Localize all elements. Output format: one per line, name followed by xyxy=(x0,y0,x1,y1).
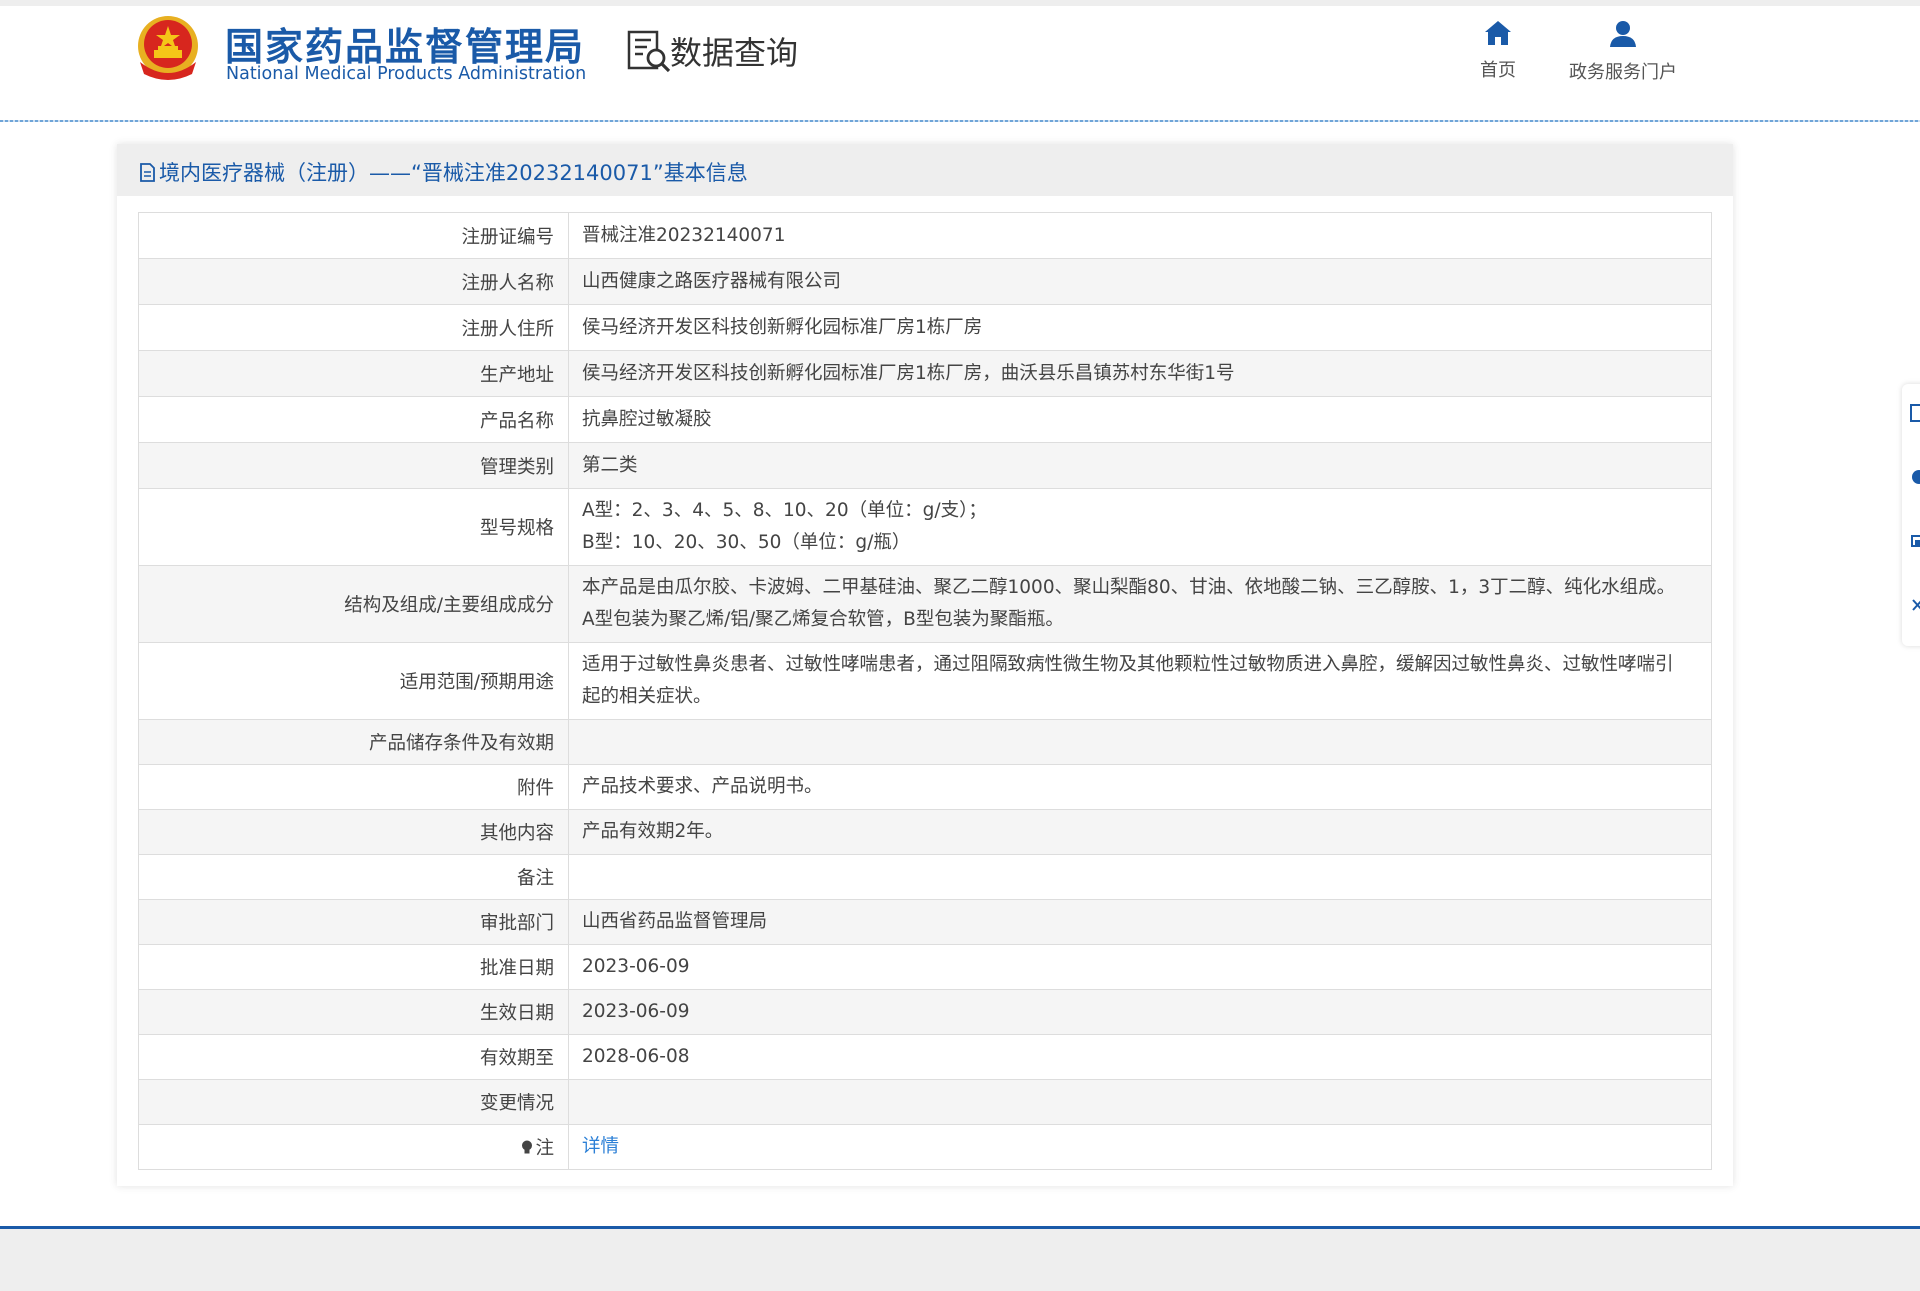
row-value: 山西省药品监督管理局 xyxy=(568,899,1712,945)
row-value: 侯马经济开发区科技创新孵化园标准厂房1栋厂房 xyxy=(568,304,1712,351)
row-label: 生效日期 xyxy=(138,989,569,1035)
value-line: 起的相关症状。 xyxy=(582,686,712,707)
site-footer xyxy=(0,1229,1920,1291)
table-row: 结构及组成/主要组成成分 本产品是由瓜尔胶、卡波姆、二甲基硅油、聚乙二醇1000、… xyxy=(138,565,1712,643)
value-line: A型：2、3、4、5、8、10、20（单位：g/支）； xyxy=(582,500,987,521)
row-value xyxy=(568,854,1712,900)
row-value: A型：2、3、4、5、8、10、20（单位：g/支）； B型：10、20、30、5… xyxy=(568,488,1712,566)
info-panel: 境内医疗器械（注册）——“晋械注准20232140071”基本信息 注册证编号晋… xyxy=(117,144,1733,1186)
row-label: 注册人名称 xyxy=(138,258,569,305)
row-label: 审批部门 xyxy=(138,899,569,945)
user-icon xyxy=(1610,21,1636,47)
value-line: 适用于过敏性鼻炎患者、过敏性哮喘患者，通过阻隔致病性微生物及其他颗粒性过敏物质进… xyxy=(582,654,1674,675)
row-value: 产品技术要求、产品说明书。 xyxy=(568,764,1712,810)
table-row: 备注 xyxy=(138,854,1712,900)
floating-toolbar xyxy=(1902,384,1920,646)
document-icon xyxy=(140,162,155,182)
row-value: 抗鼻腔过敏凝胶 xyxy=(568,396,1712,443)
table-row: 有效期至 2028-06-08 xyxy=(138,1034,1712,1080)
row-value: 2023-06-09 xyxy=(568,944,1712,990)
table-row: 型号规格 A型：2、3、4、5、8、10、20（单位：g/支）； B型：10、20、… xyxy=(138,488,1712,566)
table-row: 适用范围/预期用途 适用于过敏性鼻炎患者、过敏性哮喘患者，通过阻隔致病性微生物及其… xyxy=(138,642,1712,720)
info-table: 注册证编号 晋械注准20232140071 注册人名称 山西健康之路医疗器械有限公司… xyxy=(138,212,1712,1170)
table-row: 生效日期 2023-06-09 xyxy=(138,989,1712,1035)
row-label: 批准日期 xyxy=(138,944,569,990)
note-label: 注 xyxy=(535,1138,554,1159)
row-label: 变更情况 xyxy=(138,1079,569,1125)
national-emblem-icon xyxy=(138,16,198,80)
row-value: 晋械注准20232140071 xyxy=(568,212,1712,259)
row-label: 有效期至 xyxy=(138,1034,569,1080)
row-value: 2028-06-08 xyxy=(568,1034,1712,1080)
data-query-icon xyxy=(627,30,671,73)
close-tool-icon[interactable] xyxy=(1910,594,1920,616)
home-icon xyxy=(1485,21,1511,45)
value-line: B型：10、20、30、50（单位：g/瓶） xyxy=(582,532,911,553)
logo-title-cn[interactable]: 国家药品监督管理局 xyxy=(225,16,585,71)
row-value: 详情 xyxy=(568,1124,1712,1170)
row-label: 生产地址 xyxy=(138,350,569,397)
print-tool-icon[interactable] xyxy=(1910,530,1920,552)
row-value: 本产品是由瓜尔胶、卡波姆、二甲基硅油、聚乙二醇1000、聚山梨酯80、甘油、依地… xyxy=(568,565,1712,643)
table-row: 注册证编号 晋械注准20232140071 xyxy=(138,212,1712,259)
row-label: 适用范围/预期用途 xyxy=(138,642,569,720)
details-link[interactable]: 详情 xyxy=(582,1136,619,1157)
row-value: 适用于过敏性鼻炎患者、过敏性哮喘患者，通过阻隔致病性微生物及其他颗粒性过敏物质进… xyxy=(568,642,1712,720)
row-label: 备注 xyxy=(138,854,569,900)
section-title: 数据查询 xyxy=(670,34,799,72)
table-row: 审批部门 山西省药品监督管理局 xyxy=(138,899,1712,945)
table-row: 其他内容 产品有效期2年。 xyxy=(138,809,1712,855)
nav-gov-portal-label: 政务服务门户 xyxy=(1569,62,1677,83)
row-label: 注册证编号 xyxy=(138,212,569,259)
nav-gov-portal[interactable]: 政务服务门户 xyxy=(1556,20,1690,84)
panel-title-text: 境内医疗器械（注册）——“晋械注准20232140071”基本信息 xyxy=(159,161,748,185)
table-row: 注 详情 xyxy=(138,1124,1712,1170)
table-row: 生产地址 侯马经济开发区科技创新孵化园标准厂房1栋厂房，曲沃县乐昌镇苏村东华街1号 xyxy=(138,350,1712,397)
header-divider xyxy=(0,120,1920,122)
table-row: 产品名称 抗鼻腔过敏凝胶 xyxy=(138,396,1712,443)
panel-header: 境内医疗器械（注册）——“晋械注准20232140071”基本信息 xyxy=(117,144,1733,196)
logo-title-en[interactable]: National Medical Products Administration xyxy=(226,64,586,84)
row-label: 注册人住所 xyxy=(138,304,569,351)
circle-tool-icon[interactable] xyxy=(1910,466,1920,488)
nav-home-label: 首页 xyxy=(1480,60,1516,81)
table-row: 产品储存条件及有效期 xyxy=(138,719,1712,765)
lightbulb-icon xyxy=(522,1140,533,1154)
row-label: 产品名称 xyxy=(138,396,569,443)
table-row: 附件 产品技术要求、产品说明书。 xyxy=(138,764,1712,810)
row-value: 侯马经济开发区科技创新孵化园标准厂房1栋厂房，曲沃县乐昌镇苏村东华街1号 xyxy=(568,350,1712,397)
table-row: 批准日期 2023-06-09 xyxy=(138,944,1712,990)
row-label: 管理类别 xyxy=(138,442,569,489)
table-row: 管理类别 第二类 xyxy=(138,442,1712,489)
row-value: 山西健康之路医疗器械有限公司 xyxy=(568,258,1712,305)
panel-title: 境内医疗器械（注册）——“晋械注准20232140071”基本信息 xyxy=(139,157,748,187)
row-value: 2023-06-09 xyxy=(568,989,1712,1035)
site-header: 国家药品监督管理局 National Medical Products Admi… xyxy=(0,6,1920,122)
row-label: 附件 xyxy=(138,764,569,810)
table-row: 变更情况 xyxy=(138,1079,1712,1125)
row-value xyxy=(568,719,1712,765)
value-line: 本产品是由瓜尔胶、卡波姆、二甲基硅油、聚乙二醇1000、聚山梨酯80、甘油、依地… xyxy=(582,577,1676,598)
row-value xyxy=(568,1079,1712,1125)
row-value: 产品有效期2年。 xyxy=(568,809,1712,855)
nav-home[interactable]: 首页 xyxy=(1468,20,1528,82)
table-row: 注册人名称 山西健康之路医疗器械有限公司 xyxy=(138,258,1712,305)
value-line: A型包装为聚乙烯/铝/聚乙烯复合软管，B型包装为聚酯瓶。 xyxy=(582,609,1064,630)
row-label: 型号规格 xyxy=(138,488,569,566)
document-tool-icon[interactable] xyxy=(1910,402,1920,424)
row-label: 注 xyxy=(138,1124,569,1170)
row-label: 其他内容 xyxy=(138,809,569,855)
row-label: 产品储存条件及有效期 xyxy=(138,719,569,765)
row-label: 结构及组成/主要组成成分 xyxy=(138,565,569,643)
table-row: 注册人住所 侯马经济开发区科技创新孵化园标准厂房1栋厂房 xyxy=(138,304,1712,351)
row-value: 第二类 xyxy=(568,442,1712,489)
